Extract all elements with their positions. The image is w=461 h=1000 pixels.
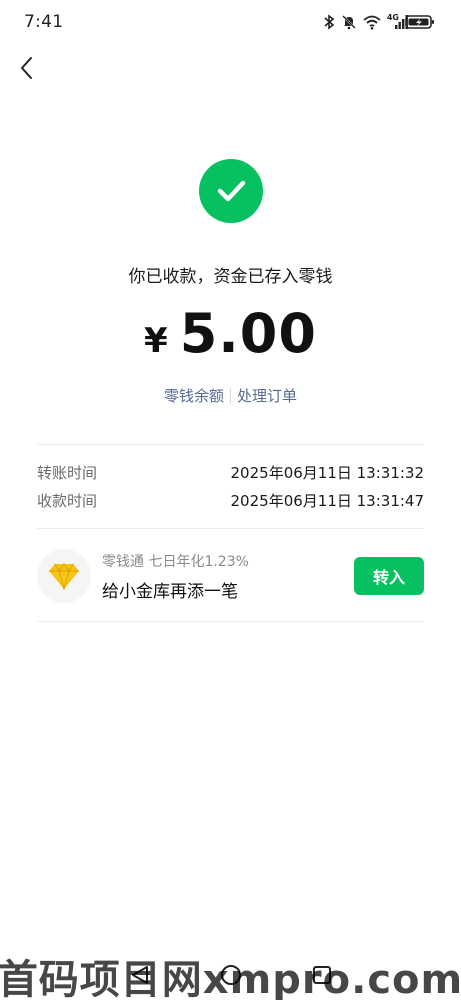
detail-label: 收款时间 [37, 492, 98, 510]
battery-charging-icon [405, 14, 435, 30]
transfer-in-button[interactable]: 转入 [354, 557, 424, 595]
page: 7:41 4G 你已收款，资金已存入零钱 ¥ 5.00 零钱余额 处理订单 转账… [0, 0, 461, 1000]
detail-value: 2025年06月11日 13:31:47 [230, 492, 424, 510]
check-circle-icon [199, 159, 263, 223]
balance-link[interactable]: 零钱余额 [158, 385, 230, 406]
status-time: 7:41 [24, 12, 64, 32]
chevron-left-icon [19, 56, 33, 84]
detail-row-transfer-time: 转账时间 2025年06月11日 13:31:32 [37, 462, 424, 483]
amount-value: 5.00 [179, 302, 317, 365]
detail-row-receive-time: 收款时间 2025年06月11日 13:31:47 [37, 490, 424, 511]
promo-title: 给小金库再添一笔 [102, 581, 238, 602]
promo-text: 零钱通 七日年化1.23% 给小金库再添一笔 [102, 551, 354, 602]
signal-4g-icon: 4G [386, 12, 408, 30]
mute-bell-icon [341, 14, 357, 30]
divider-bottom [37, 621, 424, 622]
process-order-link[interactable]: 处理订单 [231, 385, 303, 406]
system-nav-bar [0, 950, 461, 1000]
receipt-message: 你已收款，资金已存入零钱 [128, 267, 333, 287]
status-bar: 7:41 4G [0, 0, 461, 44]
back-triangle-icon[interactable] [129, 964, 151, 986]
currency-symbol: ¥ [144, 321, 168, 361]
recents-square-icon[interactable] [311, 964, 333, 986]
promo-subtitle: 零钱通 七日年化1.23% [102, 553, 249, 570]
amount-display: ¥ 5.00 [0, 302, 461, 365]
network-label: 4G [386, 12, 399, 22]
back-button[interactable] [10, 52, 42, 88]
wifi-icon [363, 15, 381, 30]
divider-top [37, 444, 424, 445]
home-circle-icon[interactable] [219, 963, 243, 987]
status-icons: 4G [323, 12, 435, 30]
detail-label: 转账时间 [37, 464, 98, 482]
lingqiantong-promo: 零钱通 七日年化1.23% 给小金库再添一笔 转入 [37, 545, 424, 607]
divider-middle [37, 528, 424, 529]
bluetooth-icon [323, 14, 335, 30]
action-links: 零钱余额 处理订单 [0, 385, 461, 406]
diamond-icon [37, 549, 91, 603]
detail-value: 2025年06月11日 13:31:32 [230, 464, 424, 482]
